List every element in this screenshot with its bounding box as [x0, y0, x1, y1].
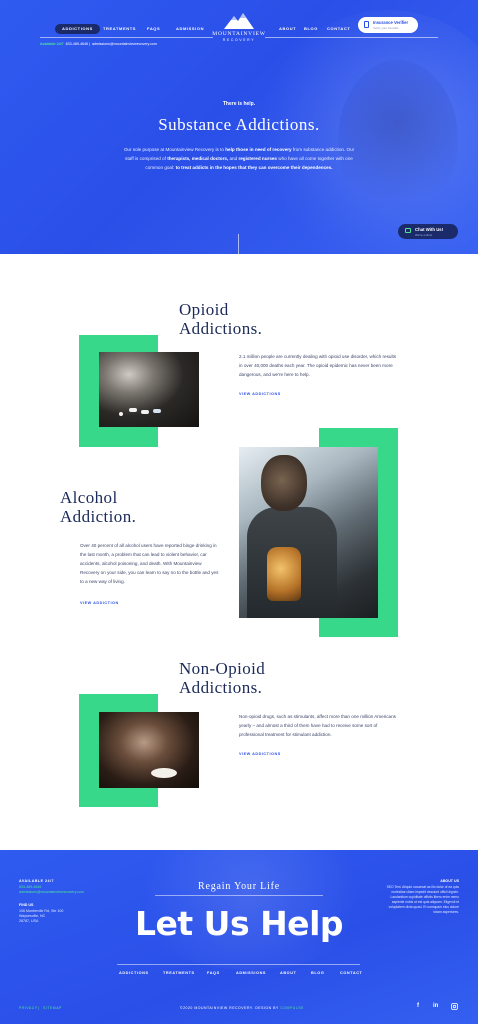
- footer-about-text: SEO Text. Aliquid occaecat as illo dolor…: [386, 885, 459, 914]
- footer-email-link[interactable]: admissions@mountainviewrecovery.com: [19, 890, 84, 894]
- header-phone-link[interactable]: 833-489-4646: [66, 42, 88, 46]
- footer-sitemap-link[interactable]: SITEMAP: [43, 1006, 62, 1010]
- nav-faqs[interactable]: FAQS: [147, 24, 160, 34]
- opioid-text: 2.1 million people are currently dealing…: [239, 354, 397, 377]
- nav-divider-right: [265, 37, 438, 38]
- available-label: Available 24/7: [40, 42, 64, 46]
- view-nonopioid-addictions-link[interactable]: VIEW ADDICTIONS: [239, 752, 281, 756]
- footer-nav-about[interactable]: ABOUT: [280, 971, 297, 975]
- hero-background-shadow: [338, 60, 458, 220]
- mountain-logo-icon[interactable]: [222, 10, 256, 30]
- footer-heading-divider: [155, 895, 323, 896]
- logo-subtitle: RECOVERY: [222, 38, 256, 42]
- document-icon: [364, 21, 369, 28]
- nonopioid-photo: [99, 712, 199, 788]
- footer-copyright: ©2020 MOUNTAINVIEW RECOVERY. DESIGN BY C…: [180, 1006, 304, 1010]
- footer: Regain Your Life Let Us Help AVAILABLE 2…: [0, 850, 478, 1024]
- footer-nav-blog[interactable]: BLOG: [311, 971, 324, 975]
- insurance-verifier-label: Insurance Verifier: [373, 20, 409, 25]
- header-email-link[interactable]: admissions@mountainviewrecovery.com: [92, 42, 157, 46]
- opioid-title: Opioid Addictions.: [179, 300, 263, 338]
- hero-section: ADDICTIONS TREATMENTS FAQS ADMISSION MOU…: [0, 0, 478, 254]
- footer-nav-admissions[interactable]: ADMISSIONS: [236, 971, 266, 975]
- nav-about[interactable]: ABOUT: [279, 24, 296, 34]
- alcohol-text: Over 40 percent of all alcohol users hav…: [80, 543, 219, 584]
- insurance-verifier-button[interactable]: Insurance Verifier Verify your benefits: [358, 17, 418, 33]
- nav-admission[interactable]: ADMISSION: [176, 24, 204, 34]
- hero-title: Substance Addictions.: [158, 115, 320, 134]
- footer-nav-addictions[interactable]: ADDICTIONS: [119, 971, 149, 975]
- alcohol-title: Alcohol Addiction.: [60, 488, 137, 526]
- footer-available-heading: AVAILABLE 24/7: [19, 879, 55, 883]
- alcohol-photo: [239, 447, 378, 618]
- chat-widget-button[interactable]: Chat With Us! We're online!: [398, 224, 458, 239]
- chat-title: Chat With Us!: [415, 227, 444, 232]
- footer-phone-link[interactable]: 833-489-4646: [19, 885, 41, 889]
- hero-description: Our sole purpose at Mountainview Recover…: [123, 147, 355, 170]
- availability-bar: Available 24/7 833-489-4646 | admissions…: [40, 42, 157, 46]
- chat-icon: [405, 228, 411, 233]
- nav-divider-left: [40, 37, 213, 38]
- nav-blog[interactable]: BLOG: [304, 24, 318, 34]
- footer-address: 106 Montreville Rd, Ste 100 Waynesville, …: [19, 909, 64, 923]
- footer-separator: |: [38, 1006, 40, 1010]
- logo-name[interactable]: MOUNTAINVIEW: [205, 31, 273, 37]
- footer-nav-contact[interactable]: CONTACT: [340, 971, 362, 975]
- footer-find-heading: FIND US: [19, 903, 34, 907]
- nav-contact[interactable]: CONTACT: [327, 24, 350, 34]
- facebook-icon[interactable]: f: [417, 1003, 419, 1009]
- opioid-photo: [99, 352, 199, 427]
- chat-subtitle: We're online!: [415, 233, 433, 237]
- linkedin-icon[interactable]: in: [433, 1003, 438, 1009]
- view-alcohol-addiction-link[interactable]: VIEW ADDICTION: [80, 601, 119, 605]
- nav-treatments[interactable]: TREATMENTS: [103, 24, 136, 34]
- footer-about-heading: ABOUT US: [440, 879, 459, 883]
- designer-link[interactable]: COMPULSE: [280, 1006, 304, 1010]
- hero-kicker: There is help.: [222, 101, 256, 107]
- footer-nav-faqs[interactable]: FAQS: [207, 971, 220, 975]
- footer-privacy-link[interactable]: PRIVACY: [19, 1006, 38, 1010]
- nav-addictions[interactable]: ADDICTIONS: [55, 24, 100, 34]
- footer-nav-treatments[interactable]: TREATMENTS: [163, 971, 195, 975]
- nonopioid-text: Non-opioid drugs, such as stimulants, af…: [239, 714, 396, 737]
- hero-scroll-line: [238, 234, 239, 254]
- footer-nav-divider: [117, 964, 360, 965]
- nonopioid-title: Non-Opioid Addictions.: [179, 659, 266, 697]
- instagram-icon[interactable]: [451, 1003, 458, 1010]
- view-opioid-addictions-link[interactable]: VIEW ADDICTIONS: [239, 392, 281, 396]
- insurance-verifier-sublabel: Verify your benefits: [373, 26, 399, 30]
